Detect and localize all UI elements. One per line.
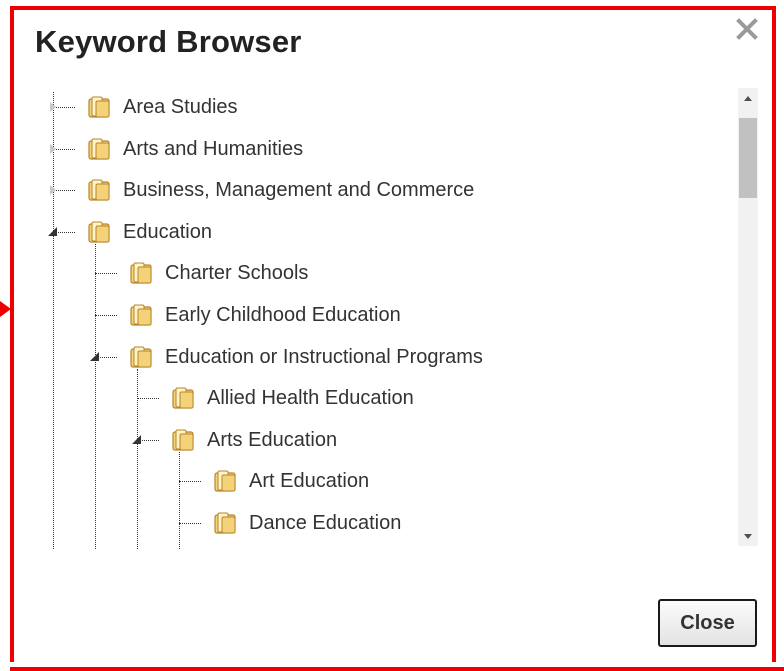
tree-node-label[interactable]: Arts Education	[207, 428, 337, 452]
tree-node-label[interactable]: Early Childhood Education	[165, 303, 401, 327]
tree-node-label[interactable]: Arts and Humanities	[123, 137, 303, 161]
folder-icon	[171, 386, 195, 410]
tree-connector	[53, 107, 75, 108]
collapse-toggle-icon[interactable]	[132, 434, 141, 444]
tree-node-label[interactable]: Dance Education	[249, 511, 401, 535]
collapse-toggle-icon[interactable]	[90, 351, 99, 361]
tree-scrollbar[interactable]	[738, 88, 758, 546]
tree-guide-line	[95, 243, 96, 549]
tree-guide-line	[137, 368, 138, 549]
folder-icon	[171, 428, 195, 452]
folder-icon	[87, 220, 111, 244]
focus-frame-bottom	[10, 667, 784, 671]
folder-icon	[87, 178, 111, 202]
scroll-down-arrow-icon[interactable]	[738, 526, 758, 546]
tree-connector	[137, 398, 159, 400]
tree-guide-line	[179, 451, 180, 549]
folder-icon	[87, 137, 111, 161]
folder-icon	[213, 511, 237, 535]
tree-guide-line	[53, 92, 54, 549]
tree-node-label[interactable]: Area Studies	[123, 95, 238, 119]
expand-toggle-icon[interactable]	[50, 143, 56, 154]
keyword-tree: Area Studies Arts and Humanities Business,…	[40, 84, 760, 549]
tree-node-label[interactable]: Education	[123, 220, 212, 244]
scroll-up-arrow-icon[interactable]	[738, 88, 758, 108]
tree-canvas: Area Studies Arts and Humanities Business,…	[40, 84, 730, 549]
tree-connector	[53, 190, 75, 192]
tree-node-label[interactable]: Business, Management and Commerce	[123, 178, 474, 202]
expand-toggle-icon[interactable]	[50, 102, 56, 112]
expand-toggle-icon[interactable]	[50, 185, 56, 196]
dialog-title: Keyword Browser	[35, 24, 302, 59]
tree-connector	[179, 481, 201, 483]
close-button[interactable]: Close	[658, 599, 757, 647]
focus-arrow	[0, 301, 11, 317]
tree-node-label[interactable]: Charter Schools	[165, 261, 308, 285]
collapse-toggle-icon[interactable]	[48, 226, 57, 236]
tree-connector	[95, 273, 117, 275]
scrollbar-thumb[interactable]	[739, 118, 757, 198]
tree-node-label[interactable]: Art Education	[249, 469, 369, 493]
tree-node-label[interactable]: Allied Health Education	[207, 386, 414, 410]
close-icon[interactable]	[733, 15, 763, 45]
folder-icon	[129, 303, 153, 327]
folder-icon	[129, 345, 153, 369]
folder-icon	[87, 95, 111, 119]
tree-connector	[179, 523, 201, 524]
folder-icon	[213, 469, 237, 493]
tree-connector	[53, 148, 75, 150]
tree-connector	[95, 315, 117, 316]
folder-icon	[129, 261, 153, 285]
tree-node-label[interactable]: Education or Instructional Programs	[165, 345, 483, 369]
